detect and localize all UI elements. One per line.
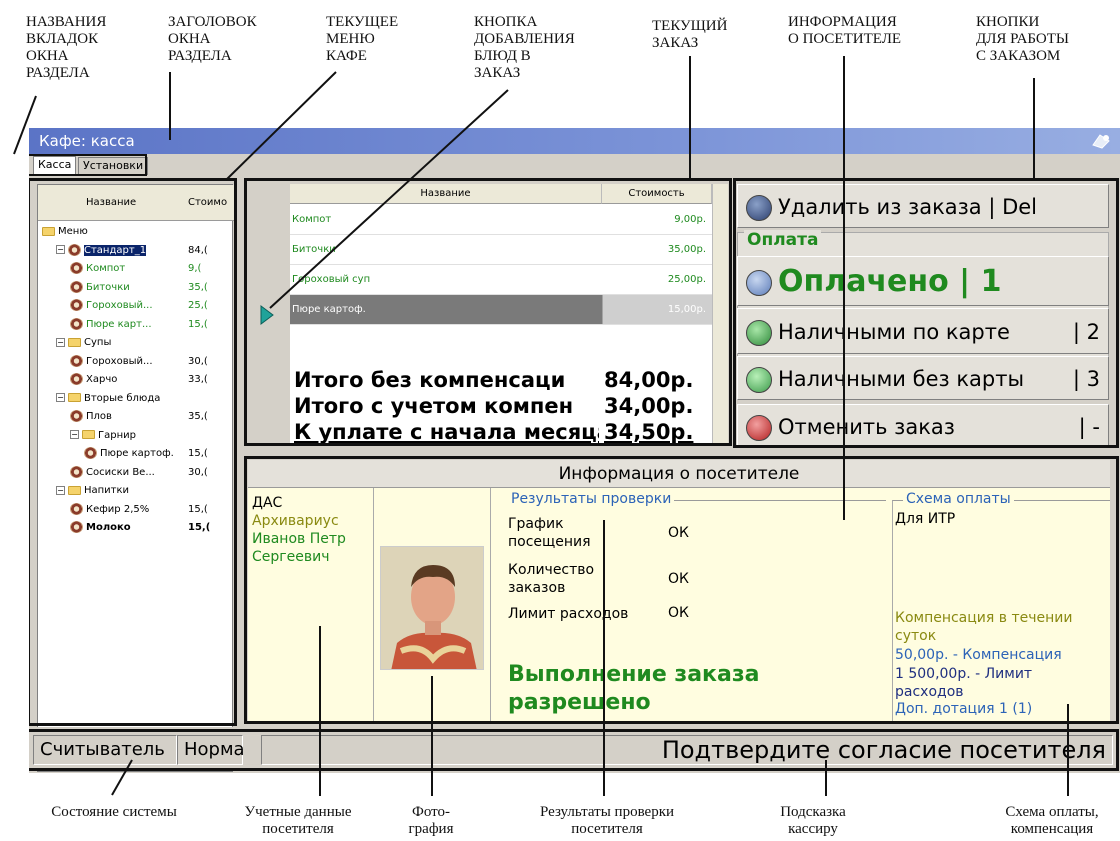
annotation-check-results: Результаты проверки посетителя	[539, 804, 675, 837]
cafe-cashier-window: Кафе: касса Касса Установки Название Сто…	[29, 128, 1120, 773]
frame-tabs	[29, 154, 147, 176]
window-title: Кафе: касса	[39, 132, 135, 150]
section-tabs: Касса Установки	[29, 154, 1120, 176]
annotation-current-order: ТЕКУЩИЙ ЗАКАЗ	[652, 18, 728, 51]
annotation-cashier-hint: Подсказка кассиру	[780, 804, 846, 837]
annotation-window-title: ЗАГОЛОВОК ОКНА РАЗДЕЛА	[168, 14, 257, 64]
window-titlebar: Кафе: касса	[29, 128, 1120, 154]
annotation-add-button: КНОПКА ДОБАВЛЕНИЯ БЛЮД В ЗАКАЗ	[474, 14, 575, 81]
frame-status	[29, 729, 1119, 771]
frame-visitor	[244, 456, 1119, 724]
frame-menu	[29, 178, 237, 726]
frame-order	[244, 178, 732, 446]
annotation-current-menu: ТЕКУЩЕЕ МЕНЮ КАФЕ	[326, 14, 399, 64]
frame-buttons	[733, 178, 1119, 448]
annotation-visitor-info: ИНФОРМАЦИЯ О ПОСЕТИТЕЛЕ	[788, 14, 902, 47]
annotation-payment-scheme: Схема оплаты, компенсация	[1005, 804, 1099, 837]
annotation-visitor-credentials: Учетные данные посетителя	[244, 804, 352, 837]
window-app-icon	[1092, 134, 1110, 149]
annotation-tab-names: НАЗВАНИЯ ВКЛАДОК ОКНА РАЗДЕЛА	[26, 14, 107, 81]
annotation-photo: Фото- графия	[408, 804, 454, 837]
annotation-system-state: Состояние системы	[51, 804, 177, 820]
annotation-order-buttons: КНОПКИ ДЛЯ РАБОТЫ С ЗАКАЗОМ	[976, 14, 1070, 64]
